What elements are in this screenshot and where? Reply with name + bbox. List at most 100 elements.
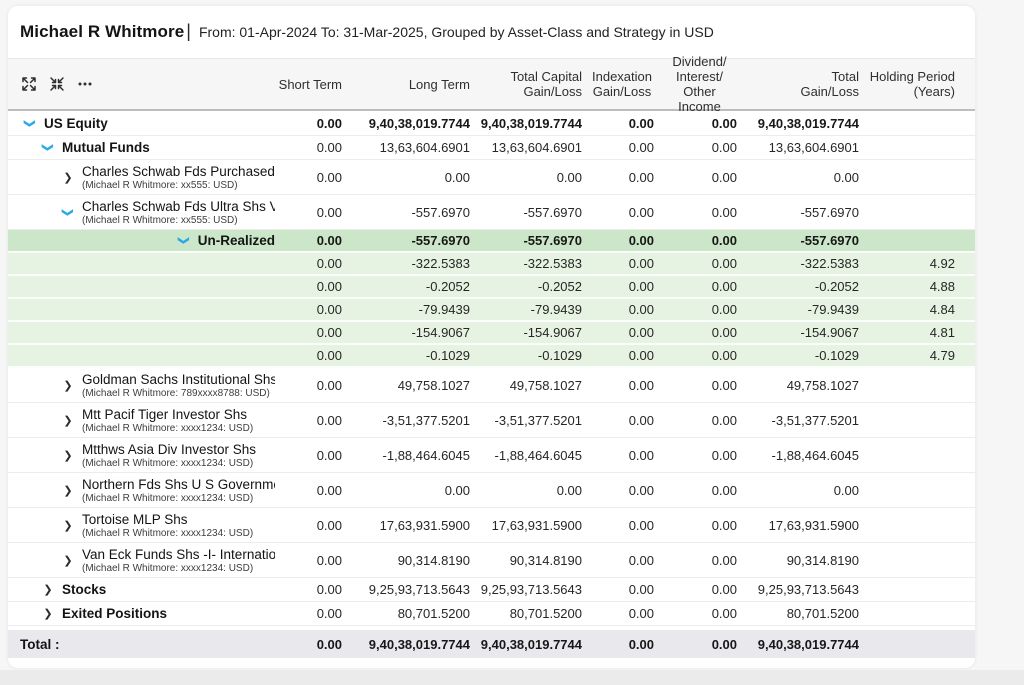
cell-long-term: 49,758.1027 [350,378,478,393]
row-label: Mutual Funds [62,140,150,155]
horizontal-scrollbar-track[interactable] [0,670,1024,685]
cell-long-term: 90,314.8190 [350,553,478,568]
page: Michael R Whitmore | From: 01-Apr-2024 T… [0,0,1024,685]
chevron-right-icon[interactable]: ❯ [60,414,76,427]
cell-short-term: 0.00 [275,582,350,597]
row-label: Un-Realized [198,233,275,248]
row-label-cell: ❯Tortoise MLP Shs(Michael R Whitmore: xx… [20,512,275,539]
cell-total-capital-gain-loss: -0.1029 [478,348,590,363]
title-separator: | [186,21,191,42]
cell-total-gain-loss: 13,63,604.6901 [745,140,867,155]
cell-dividend-interest-other-income: 0.00 [662,279,745,294]
cell-dividend-interest-other-income: 0.00 [662,205,745,220]
row-label-cell: ❯ Un-Realized [20,233,275,248]
table-row[interactable]: ❯Tortoise MLP Shs(Michael R Whitmore: xx… [8,508,975,543]
table-row[interactable]: ❯Mutual Funds0.0013,63,604.690113,63,604… [8,136,975,160]
cell-total-capital-gain-loss: 90,314.8190 [478,553,590,568]
table-row[interactable]: 0.00-154.9067-154.90670.000.00-154.90674… [8,322,975,345]
cell-indexation-gain-loss: 0.00 [590,553,662,568]
chevron-right-icon[interactable]: ❯ [60,449,76,462]
total-cell-long-term: 9,40,38,019.7744 [350,637,478,652]
cell-indexation-gain-loss: 0.00 [590,170,662,185]
chevron-right-icon[interactable]: ❯ [40,583,56,596]
table-row[interactable]: 0.00-79.9439-79.94390.000.00-79.94394.84 [8,299,975,322]
table-header-tools [20,75,275,93]
cell-dividend-interest-other-income: 0.00 [662,140,745,155]
cell-total-capital-gain-loss: -322.5383 [478,256,590,271]
cell-indexation-gain-loss: 0.00 [590,483,662,498]
cell-dividend-interest-other-income: 0.00 [662,170,745,185]
chevron-right-icon[interactable]: ❯ [40,607,56,620]
table-row[interactable]: ❯Stocks0.009,25,93,713.56439,25,93,713.5… [8,578,975,602]
chevron-right-icon[interactable]: ❯ [60,379,76,392]
report-card: Michael R Whitmore | From: 01-Apr-2024 T… [8,6,975,668]
cell-long-term: -0.2052 [350,279,478,294]
row-label: Mtthws Asia Div Investor Shs [82,442,256,457]
client-name: Michael R Whitmore [20,22,184,42]
cell-dividend-interest-other-income: 0.00 [662,348,745,363]
collapse-all-icon[interactable] [48,75,66,93]
cell-dividend-interest-other-income: 0.00 [662,302,745,317]
table-row[interactable]: ❯Van Eck Funds Shs -I- Internationa...(M… [8,543,975,578]
table-row[interactable]: ❯Goldman Sachs Institutional Shs T...(Mi… [8,368,975,403]
chevron-down-icon[interactable]: ❯ [42,140,55,155]
chevron-down-icon[interactable]: ❯ [62,204,75,220]
table-row[interactable]: 0.00-0.1029-0.10290.000.00-0.10294.79 [8,345,975,368]
table-row[interactable]: 0.00-0.2052-0.20520.000.00-0.20524.88 [8,276,975,299]
table-row[interactable]: ❯Exited Positions0.0080,701.520080,701.5… [8,602,975,626]
table-row[interactable]: ❯US Equity0.009,40,38,019.77449,40,38,01… [8,111,975,136]
column-header-indexation-gain-loss: Indexation Gain/Loss [590,69,662,99]
cell-total-gain-loss: 90,314.8190 [745,553,867,568]
cell-long-term: 9,40,38,019.7744 [350,116,478,131]
table-row[interactable]: ❯Mtthws Asia Div Investor Shs(Michael R … [8,438,975,473]
total-cell-indexation-gain-loss: 0.00 [590,637,662,652]
cell-total-capital-gain-loss: -557.6970 [478,205,590,220]
cell-holding-period-years: 4.79 [867,348,963,363]
more-options-icon[interactable] [76,75,94,93]
chevron-right-icon[interactable]: ❯ [60,554,76,567]
cell-short-term: 0.00 [275,205,350,220]
cell-total-capital-gain-loss: 13,63,604.6901 [478,140,590,155]
row-label-cell: ❯Mtt Pacif Tiger Investor Shs(Michael R … [20,407,275,434]
table-body: ❯US Equity0.009,40,38,019.77449,40,38,01… [8,111,975,626]
grid-toolbar [20,75,94,93]
chevron-down-icon[interactable]: ❯ [24,116,37,131]
table-row[interactable]: 0.00-322.5383-322.53830.000.00-322.53834… [8,253,975,276]
total-cell-total-capital-gain-loss: 9,40,38,019.7744 [478,637,590,652]
chevron-down-icon[interactable]: ❯ [177,233,190,248]
cell-total-gain-loss: 9,40,38,019.7744 [745,116,867,131]
chevron-right-icon[interactable]: ❯ [60,171,76,184]
cell-total-gain-loss: -557.6970 [745,233,867,248]
total-label: Total : [20,637,275,652]
row-label-cell: ❯Goldman Sachs Institutional Shs T...(Mi… [20,372,275,399]
cell-dividend-interest-other-income: 0.00 [662,448,745,463]
table-row[interactable]: ❯Northern Fds Shs U S Government...(Mich… [8,473,975,508]
table-row[interactable]: ❯Charles Schwab Fds Ultra Shs Vari...(Mi… [8,195,975,230]
cell-total-capital-gain-loss: 80,701.5200 [478,606,590,621]
cell-total-capital-gain-loss: -557.6970 [478,233,590,248]
chevron-right-icon[interactable]: ❯ [60,484,76,497]
cell-short-term: 0.00 [275,448,350,463]
expand-all-icon[interactable] [20,75,38,93]
cell-long-term: 0.00 [350,170,478,185]
cell-short-term: 0.00 [275,256,350,271]
table-row[interactable]: ❯Charles Schwab Fds Purchased S...(Micha… [8,160,975,195]
cell-holding-period-years: 4.92 [867,256,963,271]
cell-short-term: 0.00 [275,518,350,533]
cell-short-term: 0.00 [275,140,350,155]
cell-total-gain-loss: -3,51,377.5201 [745,413,867,428]
column-header-holding-period-years: Holding Period (Years) [867,69,963,99]
table-row[interactable]: ❯Mtt Pacif Tiger Investor Shs(Michael R … [8,403,975,438]
cell-indexation-gain-loss: 0.00 [590,205,662,220]
column-header-dividend-interest-other-income: Dividend/ Interest/ Other Income [662,54,745,114]
cell-indexation-gain-loss: 0.00 [590,606,662,621]
row-label-cell: ❯Exited Positions [20,606,275,621]
column-header-total-gain-loss: Total Gain/Loss [745,69,867,99]
row-label: Goldman Sachs Institutional Shs T... [82,372,275,387]
row-label: Charles Schwab Fds Purchased S... [82,164,275,179]
cell-holding-period-years: 4.81 [867,325,963,340]
cell-total-gain-loss: 0.00 [745,170,867,185]
table-row[interactable]: ❯Un-Realized0.00-557.6970-557.69700.000.… [8,230,975,253]
chevron-right-icon[interactable]: ❯ [60,519,76,532]
cell-dividend-interest-other-income: 0.00 [662,582,745,597]
